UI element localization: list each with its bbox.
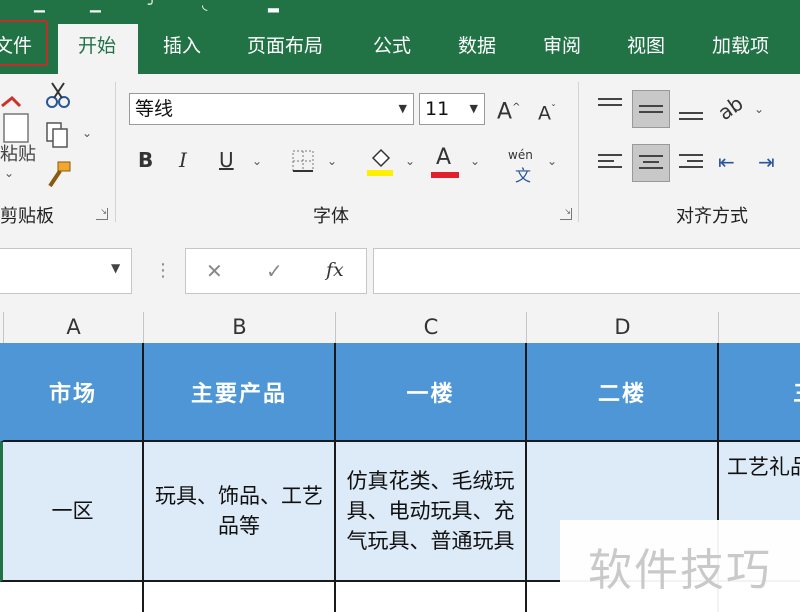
top-align-icon[interactable] xyxy=(598,96,624,116)
bottom-align-icon[interactable] xyxy=(679,104,705,124)
cell-c2[interactable]: 仿真花类、毛绒玩具、电动玩具、充气玩具、普通玩具 xyxy=(336,442,527,582)
header-cell-main-products[interactable]: 主要产品 xyxy=(144,343,336,442)
font-name-value: 等线 xyxy=(135,98,174,120)
borders-dropdown-icon[interactable]: ⌄ xyxy=(327,154,337,168)
underline-dropdown-icon[interactable]: ⌄ xyxy=(252,154,262,168)
increase-font-size-icon[interactable]: A^ xyxy=(497,96,520,124)
align-center-button[interactable] xyxy=(632,144,670,182)
repeat-icon[interactable]: ◟ xyxy=(202,0,207,12)
clipboard-launcher-icon[interactable]: ↘ xyxy=(96,208,108,220)
cancel-icon[interactable]: ✕ xyxy=(206,259,223,283)
tab-formulas[interactable]: 公式 xyxy=(373,34,411,58)
bold-button[interactable]: B xyxy=(138,148,153,172)
orientation-dropdown-icon[interactable]: ⌄ xyxy=(754,102,764,116)
middle-align-button[interactable] xyxy=(632,90,670,128)
ribbon-home: 粘贴 ⌄ ⌄ 剪贴板 ↘ 等线 ▼ 11 ▼ A^ Aˇ B I U ⌄ ⌄ ⌄ xyxy=(0,74,800,233)
align-left-icon[interactable] xyxy=(598,154,624,174)
font-size-combo[interactable]: 11 ▼ xyxy=(419,93,485,125)
font-color-button[interactable]: A xyxy=(436,146,451,170)
format-painter-icon[interactable] xyxy=(44,160,74,190)
italic-button[interactable]: I xyxy=(179,148,187,172)
chevron-down-icon[interactable]: ▼ xyxy=(399,94,407,124)
font-launcher-icon[interactable]: ↘ xyxy=(560,208,572,220)
undo-icon[interactable]: ▁ xyxy=(90,0,101,12)
tab-review[interactable]: 审阅 xyxy=(543,34,581,58)
phonetic-guide-top[interactable]: wén xyxy=(508,148,533,162)
paste-dropdown-icon[interactable]: ⌄ xyxy=(4,166,14,180)
tab-page-layout[interactable]: 页面布局 xyxy=(247,34,323,58)
watermark: 软件技巧 xyxy=(560,520,800,612)
column-header-d[interactable]: D xyxy=(527,312,719,343)
tab-insert[interactable]: 插入 xyxy=(163,34,201,58)
clipboard-group-label: 剪贴板 xyxy=(0,206,54,227)
column-header-row: A B C D xyxy=(0,312,800,344)
column-header-b[interactable]: B xyxy=(144,312,336,343)
save-icon[interactable]: ▁ xyxy=(34,0,45,12)
chevron-down-icon[interactable]: ▼ xyxy=(111,261,120,275)
font-color-swatch xyxy=(431,172,459,178)
column-header-c[interactable]: C xyxy=(336,312,527,343)
cell-a2[interactable]: 一区 xyxy=(0,442,144,582)
alignment-group-label: 对齐方式 xyxy=(676,206,748,227)
increase-indent-icon[interactable]: ⇥ xyxy=(758,150,775,174)
header-cell-floor-3[interactable]: 三 xyxy=(719,343,800,442)
formula-bar-grip-icon[interactable]: ⋮ xyxy=(154,260,172,281)
tab-file-highlight xyxy=(0,20,48,66)
paste-label[interactable]: 粘贴 xyxy=(0,140,36,166)
font-size-value: 11 xyxy=(425,98,450,120)
insert-function-icon[interactable]: fx xyxy=(326,259,344,281)
cell-b2[interactable]: 玩具、饰品、工艺品等 xyxy=(144,442,336,582)
column-header-e[interactable] xyxy=(719,312,800,343)
cell-a3[interactable] xyxy=(0,582,144,612)
align-right-icon[interactable] xyxy=(679,154,705,174)
decrease-font-size-icon[interactable]: Aˇ xyxy=(538,98,556,125)
redo-icon[interactable]: ╯ xyxy=(148,0,156,12)
font-color-dropdown-icon[interactable]: ⌄ xyxy=(470,154,480,168)
group-separator xyxy=(578,82,579,222)
phonetic-dropdown-icon[interactable]: ⌄ xyxy=(547,154,557,168)
print-preview-icon[interactable]: ▂ xyxy=(268,0,279,12)
decrease-indent-icon[interactable]: ⇤ xyxy=(718,150,735,174)
formula-buttons: ✕ ✓ fx xyxy=(185,248,367,294)
copy-icon[interactable] xyxy=(44,120,72,150)
enter-icon[interactable]: ✓ xyxy=(266,259,283,283)
underline-button[interactable]: U xyxy=(219,148,234,172)
tab-addins[interactable]: 加载项 xyxy=(712,34,769,58)
header-cell-market[interactable]: 市场 xyxy=(0,343,144,442)
cut-icon[interactable] xyxy=(44,80,72,110)
orientation-icon[interactable]: ab xyxy=(713,91,747,125)
fill-color-dropdown-icon[interactable]: ⌄ xyxy=(405,154,415,168)
fill-color-swatch xyxy=(367,170,393,176)
font-name-combo[interactable]: 等线 ▼ xyxy=(129,93,414,125)
tab-home[interactable]: 开始 xyxy=(78,34,116,58)
cell-c3[interactable] xyxy=(336,582,527,612)
column-header-a[interactable]: A xyxy=(4,312,144,343)
header-cell-floor-2[interactable]: 二楼 xyxy=(527,343,719,442)
formula-input[interactable] xyxy=(373,248,800,294)
cell-b3[interactable] xyxy=(144,582,336,612)
tab-data[interactable]: 数据 xyxy=(458,34,496,58)
group-separator xyxy=(115,82,116,222)
tab-view[interactable]: 视图 xyxy=(627,34,665,58)
phonetic-guide-icon[interactable]: 文 xyxy=(515,162,531,186)
paste-icon[interactable] xyxy=(0,88,36,144)
name-box[interactable]: ▼ xyxy=(0,248,132,294)
borders-icon[interactable] xyxy=(291,149,315,173)
copy-dropdown-icon[interactable]: ⌄ xyxy=(82,126,92,140)
header-cell-floor-1[interactable]: 一楼 xyxy=(336,343,527,442)
font-group-label: 字体 xyxy=(313,206,349,227)
fill-color-icon[interactable] xyxy=(367,146,395,178)
chevron-down-icon[interactable]: ▼ xyxy=(470,94,478,124)
